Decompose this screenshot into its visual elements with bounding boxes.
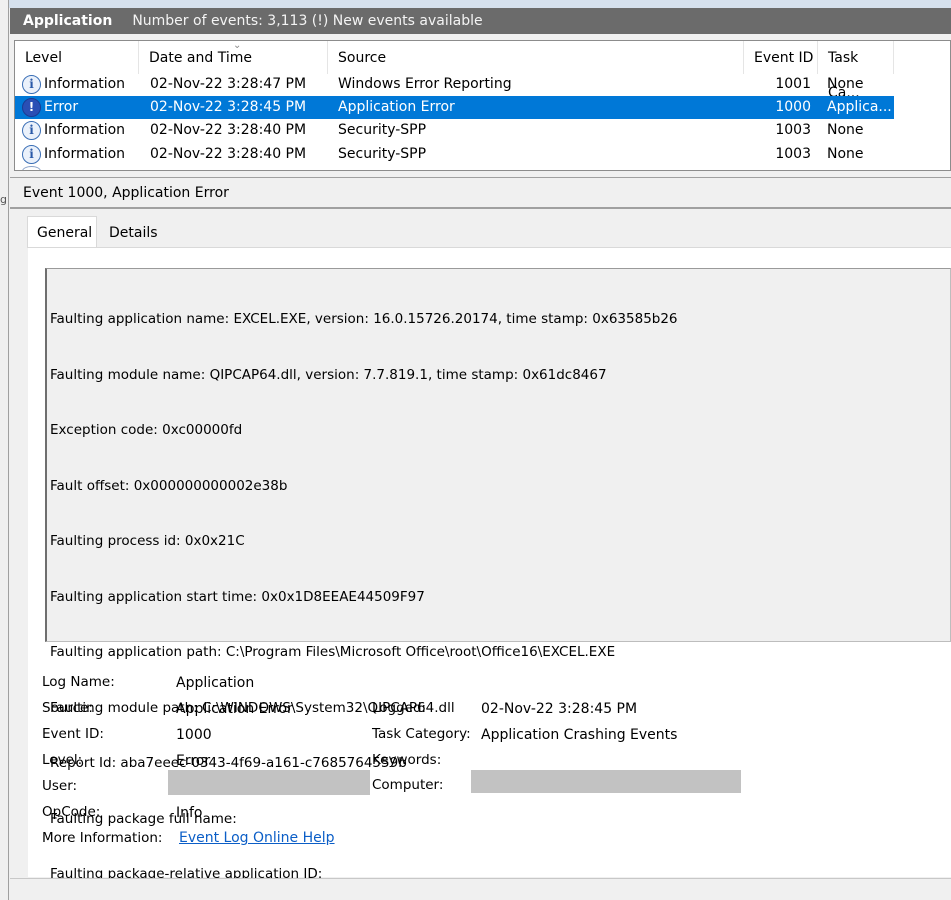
column-header-level[interactable]: Level	[15, 41, 139, 74]
event-source: Application Error	[338, 99, 455, 115]
general-tab-panel: Faulting application name: EXCEL.EXE, ve…	[28, 247, 951, 882]
event-id: 1000	[775, 99, 811, 115]
event-level: Error	[44, 99, 79, 115]
description-line: Faulting application path: C:\Program Fi…	[50, 644, 616, 660]
event-id: 1003	[775, 146, 811, 162]
opcode-value: Info	[176, 805, 203, 821]
column-header-row: Level Date and Time ⌄ Source Event ID Ta…	[15, 40, 950, 101]
left-pane-edge: g	[0, 0, 9, 900]
task-category-label: Task Category:	[372, 726, 471, 742]
opcode-label: OpCode:	[42, 804, 101, 820]
event-level: Information	[44, 146, 126, 162]
description-line: Faulting application start time: 0x0x1D8…	[50, 588, 425, 605]
column-header-event-id[interactable]: Event ID	[744, 41, 818, 74]
column-header-source[interactable]: Source	[328, 41, 744, 74]
log-name-value: Application	[176, 675, 255, 691]
event-row[interactable]: i Information 02-Nov-22 3:28:47 PM Windo…	[15, 73, 894, 96]
computer-label: Computer:	[372, 777, 444, 793]
pane-splitter[interactable]	[10, 171, 951, 178]
event-id: 1003	[775, 122, 811, 138]
event-detail-pane: General Details Faulting application nam…	[10, 209, 951, 882]
description-line: Faulting process id: 0x0x21C	[50, 533, 245, 549]
source-label: Source:	[42, 700, 93, 716]
error-icon: !	[22, 98, 41, 117]
source-value: Application Error	[176, 701, 293, 717]
event-id-value: 1000	[176, 727, 212, 743]
logged-value: 02-Nov-22 3:28:45 PM	[481, 701, 638, 717]
column-header-task-category[interactable]: Task Ca...	[818, 41, 894, 101]
event-id-label: Event ID:	[42, 726, 104, 742]
log-name: Application	[23, 13, 113, 29]
status-bar	[10, 878, 951, 900]
keywords-label: Keywords:	[372, 752, 442, 768]
more-information-label: More Information:	[42, 830, 163, 846]
event-count-info: Number of events: 3,113 (!) New events a…	[132, 13, 483, 29]
sort-chevron-icon: ⌄	[233, 40, 242, 51]
event-date: 02-Nov-22 3:28:40 PM	[150, 122, 307, 138]
event-level: Information	[44, 76, 126, 92]
event-row-selected[interactable]: ! Error 02-Nov-22 3:28:45 PM Application…	[15, 96, 894, 119]
event-row[interactable]: i Information 02-Nov-22 3:28:40 PM Secur…	[15, 119, 894, 142]
event-level: Information	[44, 122, 126, 138]
level-value: Error	[176, 753, 211, 769]
event-source: Windows Error Reporting	[338, 76, 512, 92]
description-line: Exception code: 0xc00000fd	[50, 422, 243, 438]
left-pane-stub-text: g	[0, 193, 7, 206]
info-icon: i	[22, 75, 41, 94]
event-source: Security-SPP	[338, 122, 427, 138]
info-icon: i	[22, 121, 41, 140]
event-task: None	[827, 122, 864, 138]
log-name-label: Log Name:	[42, 674, 115, 690]
description-line: Faulting application name: EXCEL.EXE, ve…	[50, 311, 678, 327]
description-line: Fault offset: 0x000000000002e38b	[50, 477, 288, 494]
window-top-strip	[0, 0, 951, 8]
tab-general[interactable]: General	[27, 216, 97, 248]
computer-value-redacted	[471, 770, 741, 793]
level-label: Level:	[42, 752, 83, 768]
user-value-redacted	[168, 770, 370, 795]
event-date: 02-Nov-22 3:28:45 PM	[150, 99, 307, 115]
info-icon: i	[22, 145, 41, 164]
task-category-value: Application Crashing Events	[481, 727, 678, 743]
event-description-box[interactable]: Faulting application name: EXCEL.EXE, ve…	[45, 268, 951, 882]
event-source: Security-SPP	[338, 146, 427, 162]
logged-label: Logged:	[372, 700, 427, 716]
event-id: 1001	[775, 76, 811, 92]
events-list[interactable]: Level Date and Time ⌄ Source Event ID Ta…	[14, 40, 951, 171]
event-task: None	[827, 146, 864, 162]
user-label: User:	[42, 778, 78, 794]
description-line: Faulting module name: QIPCAP64.dll, vers…	[50, 366, 607, 383]
event-date: 02-Nov-22 3:28:47 PM	[150, 76, 307, 92]
tab-details[interactable]: Details	[101, 218, 166, 248]
event-row[interactable]: i Information 02-Nov-22 3:28:40 PM Secur…	[15, 143, 894, 166]
log-title-bar: Application Number of events: 3,113 (!) …	[10, 8, 951, 34]
event-task: Applica...	[827, 99, 892, 115]
event-task: None	[827, 76, 864, 92]
event-date: 02-Nov-22 3:28:40 PM	[150, 146, 307, 162]
event-log-online-help-link[interactable]: Event Log Online Help	[179, 828, 335, 848]
event-detail-title: Event 1000, Application Error	[10, 178, 951, 209]
